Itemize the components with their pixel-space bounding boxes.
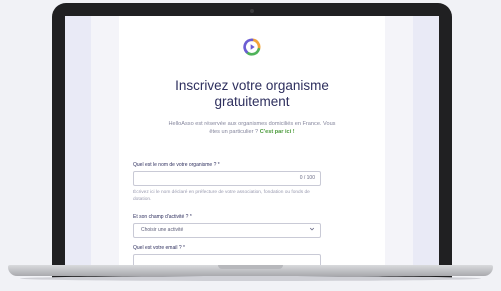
laptop-shadow (20, 276, 481, 281)
helloasso-logo-icon (243, 38, 261, 56)
laptop-base (8, 265, 493, 276)
intro-text: HelloAsso est réservée aux organismes do… (139, 120, 365, 136)
org-name-input[interactable]: 0 / 100 (133, 171, 321, 186)
intro-line-2: êtes un particulier ? C'est par ici ! (139, 128, 365, 136)
laptop-base-notch (218, 265, 283, 269)
signup-card: Inscrivez votre organisme gratuitement H… (119, 16, 385, 268)
org-name-char-counter: 0 / 100 (299, 175, 315, 181)
camera-dot (250, 9, 254, 13)
org-name-help-text: Écrivez ici le nom déclaré en préfecture… (133, 190, 310, 202)
intro-line-1: HelloAsso est réservée aux organismes do… (168, 121, 336, 127)
email-label: Quel est votre email ? * (133, 245, 185, 251)
chevron-down-icon (309, 227, 315, 231)
activity-select-value: Choisir une activité (141, 227, 184, 233)
activity-label: Et son champ d'activité ? * (133, 214, 192, 220)
title-line-2: gratuitement (214, 94, 290, 109)
laptop-screen: Inscrivez votre organisme gratuitement H… (65, 16, 439, 268)
right-background-column (413, 16, 439, 268)
activity-select[interactable]: Choisir une activité (133, 223, 321, 238)
laptop-bezel: Inscrivez votre organisme gratuitement H… (52, 3, 452, 279)
intro-line-2-prefix: êtes un particulier ? (209, 129, 259, 135)
page-title: Inscrivez votre organisme gratuitement (129, 78, 375, 110)
left-background-column (65, 16, 91, 268)
individual-link[interactable]: C'est par ici ! (260, 129, 295, 135)
org-name-label: Quel est le nom de votre organisme ? * (133, 162, 220, 168)
title-line-1: Inscrivez votre organisme (175, 78, 329, 93)
